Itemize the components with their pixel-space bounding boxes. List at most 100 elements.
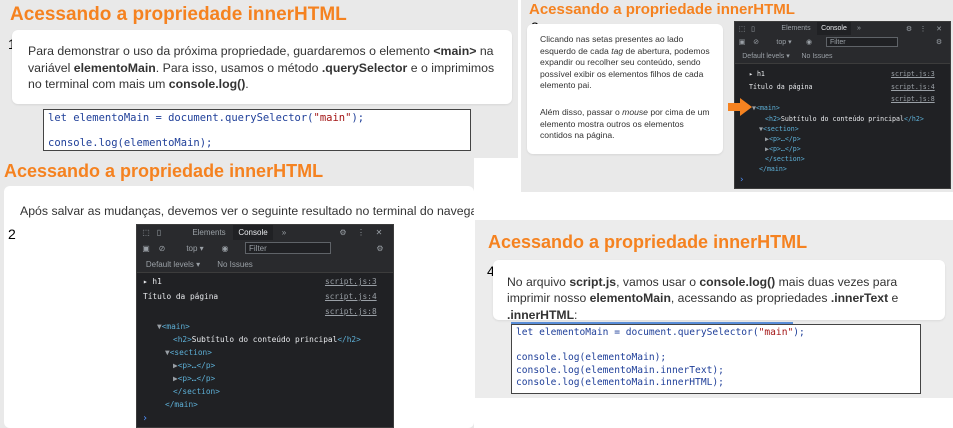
log-link-1[interactable]: script.js:3	[325, 277, 377, 286]
close-icon[interactable]: ✕	[933, 22, 945, 35]
log-section-close: </section>	[765, 155, 805, 163]
context-select[interactable]: top ▾	[771, 35, 797, 49]
filter-input[interactable]: Filter	[826, 37, 898, 47]
gear-icon[interactable]: ⚙	[934, 35, 944, 49]
text-run: e	[888, 291, 899, 306]
sidebar-toggle-icon[interactable]: ▣	[737, 35, 747, 49]
p-tag: <p>…</p>	[768, 135, 801, 143]
emphasis-text: script.js	[569, 275, 617, 289]
inspect-icon[interactable]: ⬚	[737, 22, 747, 35]
code-string: "main"	[313, 112, 352, 124]
devtools-console-panel-2: ⬚ ▯ Elements Console » ⚙ ⋮ ✕ ▣ ⊘ top ▾ ◉…	[136, 224, 394, 428]
emphasis-text: <main>	[433, 44, 477, 58]
code-line: let elementoMain = document.querySelecto…	[48, 112, 466, 125]
main-close-tag: </main>	[165, 400, 198, 409]
log-p1[interactable]: ▶<p>…</p>	[765, 135, 801, 143]
clear-console-icon[interactable]: ⊘	[156, 240, 168, 256]
panel-4-card: No arquivo script.js, vamos usar o conso…	[493, 260, 945, 323]
console-prompt[interactable]: ›	[142, 413, 148, 424]
panel-1: Acessando a propriedade innerHTML 1 Para…	[0, 0, 518, 158]
log-h2: <h2>Subtítulo do conteúdo principal</h2>	[173, 335, 361, 344]
gear-icon[interactable]: ⚙	[336, 225, 350, 240]
devtools-tabbar: ⬚ ▯ Elements Console » ⚙ ⋮ ✕	[735, 22, 950, 36]
panel-3-card: Clicando nas setas presentes ao lado esq…	[527, 24, 723, 154]
eye-icon[interactable]: ◉	[219, 240, 231, 256]
more-options-icon[interactable]: ⋮	[919, 22, 927, 35]
code-line: let elementoMain = document.querySelecto…	[516, 327, 916, 340]
code-token: );	[351, 112, 365, 124]
p-tag: <p>…</p>	[177, 361, 216, 370]
code-token: );	[793, 327, 805, 338]
section-close-tag: </section>	[765, 155, 805, 163]
more-tabs-button[interactable]: »	[853, 22, 865, 35]
more-options-icon[interactable]: ⋮	[356, 225, 366, 240]
code-token: console.log(elementoMain);	[48, 137, 213, 149]
log-h1[interactable]: ▸ h1	[143, 277, 162, 286]
main-close-tag: </main>	[759, 165, 787, 173]
close-icon[interactable]: ✕	[372, 225, 386, 240]
emphasis-text: tag	[611, 45, 624, 56]
tab-console[interactable]: Console	[817, 22, 851, 35]
filter-input[interactable]: Filter	[245, 242, 331, 254]
device-toolbar-icon[interactable]: ▯	[748, 22, 758, 35]
log-p2[interactable]: ▶<p>…</p>	[765, 145, 801, 153]
devtools-levels-bar: Default levels ▾ No Issues	[735, 49, 950, 64]
h2-text: Subtítulo do conteúdo principal	[780, 115, 904, 123]
context-select[interactable]: top ▾	[181, 240, 209, 256]
panel-2-number: 2	[8, 226, 16, 242]
tab-elements[interactable]: Elements	[777, 22, 815, 35]
gear-icon[interactable]: ⚙	[903, 22, 915, 35]
eye-icon[interactable]: ◉	[804, 35, 814, 49]
default-levels-dropdown[interactable]: Default levels ▾	[143, 256, 203, 272]
text-run: Para demonstrar o uso da próxima proprie…	[28, 44, 434, 58]
h2-close-tag: </h2>	[903, 115, 924, 123]
text-run: . Para isso, usamos o método	[155, 60, 322, 75]
log-link-1[interactable]: script.js:3	[891, 70, 935, 78]
emphasis-text: mouse	[622, 107, 648, 117]
panel-3-title: Acessando a propriedade innerHTML	[529, 1, 795, 18]
default-levels-dropdown[interactable]: Default levels ▾	[739, 49, 793, 63]
no-issues-label: No Issues	[217, 259, 253, 269]
h2-text: Subtítulo do conteúdo principal	[191, 335, 338, 344]
more-tabs-button[interactable]: »	[277, 225, 291, 240]
tab-console[interactable]: Console	[233, 225, 273, 240]
log-link-3[interactable]: script.js:8	[325, 307, 377, 316]
h2-open-tag: <h2>	[173, 335, 192, 344]
device-toolbar-icon[interactable]: ▯	[153, 225, 165, 240]
section-open-tag: <section>	[762, 125, 799, 133]
p-tag: <p>…</p>	[177, 374, 216, 383]
panel-4-title: Acessando a propriedade innerHTML	[488, 232, 808, 252]
log-link-2[interactable]: script.js:4	[891, 83, 935, 91]
panel-1-code-block: let elementoMain = document.querySelecto…	[43, 109, 471, 151]
inspect-icon[interactable]: ⬚	[140, 225, 152, 240]
log-h2: <h2>Subtítulo do conteúdo principal</h2>	[765, 115, 924, 123]
log-p2[interactable]: ▶<p>…</p>	[173, 374, 215, 383]
emphasis-text: .innerText	[830, 291, 889, 306]
emphasis-text: console.log()	[699, 275, 776, 289]
log-section-open[interactable]: ▼<section>	[165, 348, 212, 357]
log-main-open[interactable]: ▼<main>	[157, 322, 190, 331]
sidebar-toggle-icon[interactable]: ▣	[140, 240, 152, 256]
h2-open-tag: <h2>	[765, 115, 781, 123]
text-run: Além disso, passar o	[540, 107, 623, 117]
clear-console-icon[interactable]: ⊘	[751, 35, 761, 49]
log-link-3[interactable]: script.js:8	[891, 95, 935, 103]
log-link-2[interactable]: script.js:4	[325, 292, 377, 301]
panel-4-text: No arquivo script.js, vamos usar o conso…	[507, 274, 937, 323]
text-run: , vamos usar o	[616, 275, 700, 289]
log-main-close: </main>	[165, 400, 198, 409]
panel-1-text: Para demonstrar o uso da próxima proprie…	[28, 43, 504, 93]
panel-3-paragraph-2: Além disso, passar o mouse por cima de u…	[540, 107, 715, 142]
console-prompt[interactable]: ›	[739, 175, 744, 185]
log-main-open[interactable]: ▼<main>	[752, 104, 780, 112]
log-section-open[interactable]: ▼<section>	[759, 125, 799, 133]
panel-3-paragraph-1: Clicando nas setas presentes ao lado esq…	[540, 34, 715, 92]
gear-icon[interactable]: ⚙	[374, 240, 386, 256]
emphasis-text: console.log()	[168, 77, 246, 92]
code-token: console.log(elementoMain.innerText);	[516, 364, 724, 376]
log-p1[interactable]: ▶<p>…</p>	[173, 361, 215, 370]
log-h1[interactable]: ▸ h1	[749, 70, 765, 78]
tab-elements[interactable]: Elements	[187, 225, 231, 240]
